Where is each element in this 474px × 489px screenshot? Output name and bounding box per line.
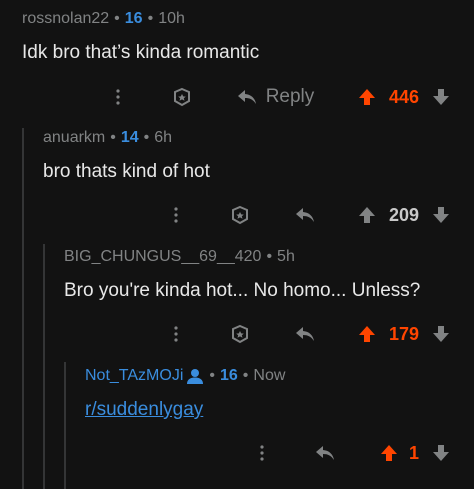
meta-separator: • [242,367,249,384]
vote-count: 446 [388,86,420,107]
more-options-button[interactable] [252,437,272,469]
comment-author[interactable]: Not_TAzMOJi [85,367,183,385]
upvote-button[interactable] [378,437,400,469]
upvote-arrow-icon [359,89,375,105]
upvote-button[interactable] [356,81,378,113]
author-karma: 16 [220,367,238,384]
comment-meta: Not_TAzMOJi • 16 • Now [85,367,285,385]
reply-arrow-icon [316,446,334,460]
comment-age: 6h [154,129,173,146]
comment-body: bro thats kind of hot [43,161,210,182]
reply-label: Reply [265,86,315,107]
award-button[interactable] [226,318,254,350]
author-karma: 14 [120,129,139,146]
comment-meta: anuarkm • 14 • 6h [43,129,210,147]
upvote-button[interactable] [356,199,378,231]
downvote-button[interactable] [430,199,452,231]
meta-separator: • [209,367,215,384]
meta-separator: • [114,10,120,27]
reply-arrow-icon [296,327,314,341]
person-icon [186,368,204,384]
vote-count: 209 [388,204,420,225]
downvote-button[interactable] [430,81,452,113]
more-options-button[interactable] [166,199,186,231]
vote-count: 1 [408,442,419,463]
downvote-button[interactable] [430,318,452,350]
more-vertical-icon [260,445,264,461]
reply-arrow-icon [237,90,256,104]
award-icon [232,205,248,225]
comment-body: r/suddenlygay [85,399,285,421]
more-vertical-icon [116,89,120,105]
comment-meta: rossnolan22 • 16 • 10h [22,10,259,28]
comment-actions: 179 [0,318,474,350]
comment-author[interactable]: BIG_CHUNGUS__69__420 [64,248,261,266]
comment-age: 5h [277,248,295,265]
comment-actions: 209 [0,199,474,231]
upvote-button[interactable] [356,318,378,350]
comment: anuarkm • 14 • 6h bro thats kind of hot [43,129,210,183]
comment: rossnolan22 • 16 • 10h Idk bro that’s ki… [22,10,259,64]
upvote-arrow-icon [359,326,375,342]
comment-author[interactable]: anuarkm [43,129,105,147]
reply-button[interactable] [292,318,318,350]
comment: BIG_CHUNGUS__69__420 • 5h Bro you're kin… [64,248,420,302]
thread-line-level-3[interactable] [64,362,66,489]
subreddit-link[interactable]: r/suddenlygay [85,399,203,420]
comment-age: Now [253,367,286,384]
reply-button[interactable]: Reply [234,81,316,113]
more-options-button[interactable] [166,318,186,350]
downvote-arrow-icon [433,445,449,461]
meta-separator: • [266,248,273,265]
more-vertical-icon [174,207,178,223]
comment-body: Idk bro that’s kinda romantic [22,42,260,63]
reply-button[interactable] [292,199,318,231]
comment-author[interactable]: rossnolan22 [22,10,109,28]
award-icon [174,87,190,107]
downvote-arrow-icon [433,89,449,105]
downvote-button[interactable] [430,437,452,469]
meta-separator: • [147,10,154,27]
downvote-arrow-icon [433,207,449,223]
meta-separator: • [110,129,116,146]
author-karma: 16 [124,10,143,27]
award-icon [232,324,248,344]
reply-arrow-icon [296,208,314,222]
meta-separator: • [143,129,150,146]
award-button[interactable] [226,199,254,231]
downvote-arrow-icon [433,326,449,342]
comment-age: 10h [158,10,185,27]
comment-actions: 1 [0,437,474,469]
award-button[interactable] [168,81,196,113]
more-vertical-icon [174,326,178,342]
comment-meta: BIG_CHUNGUS__69__420 • 5h [64,248,420,266]
thread-line-level-1[interactable] [22,128,24,489]
reply-button[interactable] [312,437,338,469]
comment: Not_TAzMOJi • 16 • Now r/suddenlygay [85,367,285,421]
comment-actions: Reply 446 [0,81,474,113]
upvote-arrow-icon [381,445,397,461]
comment-body: Bro you're kinda hot... No homo... Unles… [64,280,421,301]
upvote-arrow-icon [359,207,375,223]
more-options-button[interactable] [108,81,128,113]
vote-count: 179 [388,323,420,344]
